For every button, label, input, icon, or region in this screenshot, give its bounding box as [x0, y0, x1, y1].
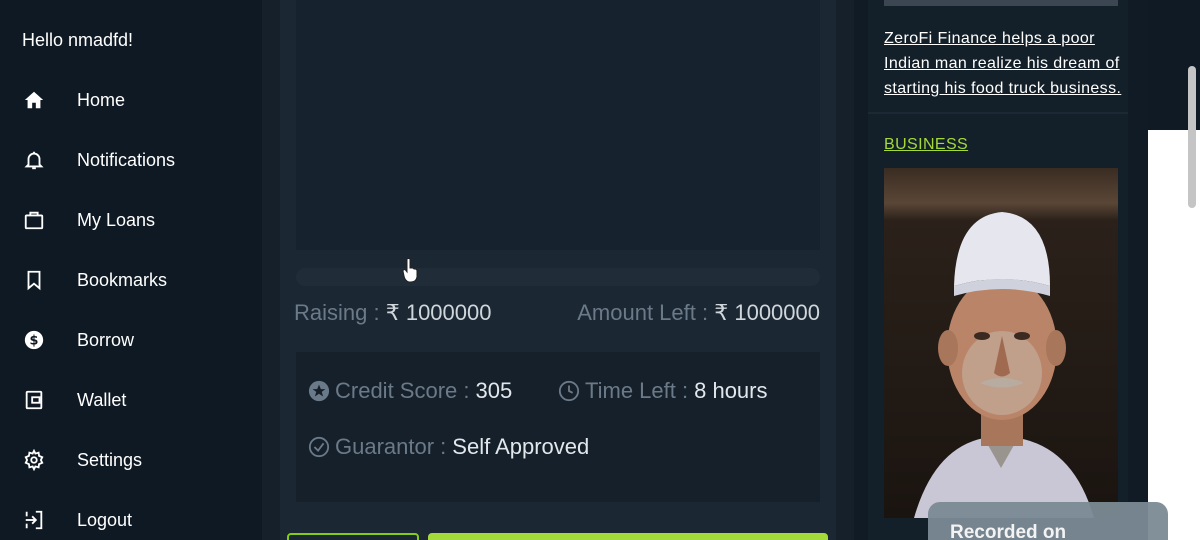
mouse-cursor-icon [402, 258, 418, 283]
sidebar-item-label: Logout [77, 509, 133, 530]
check-circle-icon [308, 436, 330, 458]
sidebar-item-label: Bookmarks [77, 269, 168, 290]
loan-details-box: Credit Score : 305 Time Left : 8 hours G… [296, 352, 820, 502]
raising-value: ₹ 1000000 [385, 300, 492, 325]
category-link[interactable]: BUSINESS [884, 136, 968, 154]
sidebar-item-label: My Loans [77, 209, 156, 230]
credit-score-info: Credit Score : 305 [308, 378, 512, 404]
sidebar-item-notifications[interactable]: Notifications [0, 138, 262, 182]
loan-card: Raising : ₹ 1000000 Amount Left : ₹ 1000… [280, 0, 836, 540]
credit-score-value: 305 [475, 378, 513, 403]
secondary-action-button[interactable] [287, 533, 419, 540]
sidebar-item-label: Settings [77, 449, 143, 470]
gutter [262, 0, 280, 540]
bookmark-icon [22, 268, 46, 292]
wallet-icon [22, 388, 46, 412]
article-portrait-image[interactable] [884, 168, 1118, 518]
primary-action-button[interactable] [428, 533, 828, 540]
sidebar-item-label: Home [77, 89, 126, 110]
sidebar-item-settings[interactable]: Settings [0, 438, 262, 482]
star-badge-icon [308, 380, 330, 402]
right-gutter [836, 0, 854, 540]
recorded-on-badge: Recorded on [928, 502, 1168, 540]
news-panel: ZeroFi Finance helps a poor Indian man r… [868, 0, 1128, 540]
credit-score-label: Credit Score : [335, 378, 470, 403]
time-left-info: Time Left : 8 hours [558, 378, 768, 404]
sidebar: Hello nmadfd! Home Notifications My Loan… [0, 0, 262, 540]
sidebar-item-label: Borrow [77, 329, 135, 350]
recorded-text: Recorded on [950, 522, 1067, 540]
news-column: ZeroFi Finance helps a poor Indian man r… [854, 0, 1148, 540]
raise-row: Raising : ₹ 1000000 Amount Left : ₹ 1000… [294, 300, 820, 326]
scrollbar-thumb[interactable] [1188, 66, 1196, 208]
gear-icon [22, 448, 46, 472]
sidebar-item-borrow[interactable]: $ Borrow [0, 318, 262, 362]
guarantor-value: Self Approved [452, 434, 590, 459]
sidebar-item-label: Wallet [77, 389, 127, 410]
bell-icon [22, 148, 46, 172]
guarantor-label: Guarantor : [335, 434, 447, 459]
amount-left-value: ₹ 1000000 [714, 300, 820, 325]
svg-text:$: $ [30, 334, 39, 349]
amount-left-label: Amount Left : [577, 300, 709, 325]
raising-label: Raising : [294, 300, 380, 325]
briefcase-icon [22, 208, 46, 232]
greeting: Hello nmadfd! [22, 30, 134, 50]
article-image-top [884, 0, 1118, 6]
guarantor-info: Guarantor : Self Approved [308, 434, 589, 460]
divider [868, 112, 1128, 114]
logout-icon [22, 508, 46, 532]
sidebar-item-my-loans[interactable]: My Loans [0, 198, 262, 242]
clock-icon [558, 380, 580, 402]
funding-progress-bar [296, 268, 820, 286]
raising-info: Raising : ₹ 1000000 [294, 300, 491, 326]
sidebar-item-bookmarks[interactable]: Bookmarks [0, 258, 262, 302]
sidebar-item-label: Notifications [77, 149, 176, 170]
article-link[interactable]: ZeroFi Finance helps a poor Indian man r… [884, 26, 1124, 101]
sidebar-item-wallet[interactable]: Wallet [0, 378, 262, 422]
time-left-label: Time Left : [585, 378, 689, 403]
home-icon [22, 88, 46, 112]
sidebar-item-home[interactable]: Home [0, 78, 262, 122]
sidebar-item-logout[interactable]: Logout [0, 498, 262, 540]
amount-left-info: Amount Left : ₹ 1000000 [577, 300, 820, 326]
dollar-coin-icon: $ [22, 328, 46, 352]
time-left-value: 8 hours [694, 378, 768, 403]
loan-media-placeholder [296, 0, 820, 250]
